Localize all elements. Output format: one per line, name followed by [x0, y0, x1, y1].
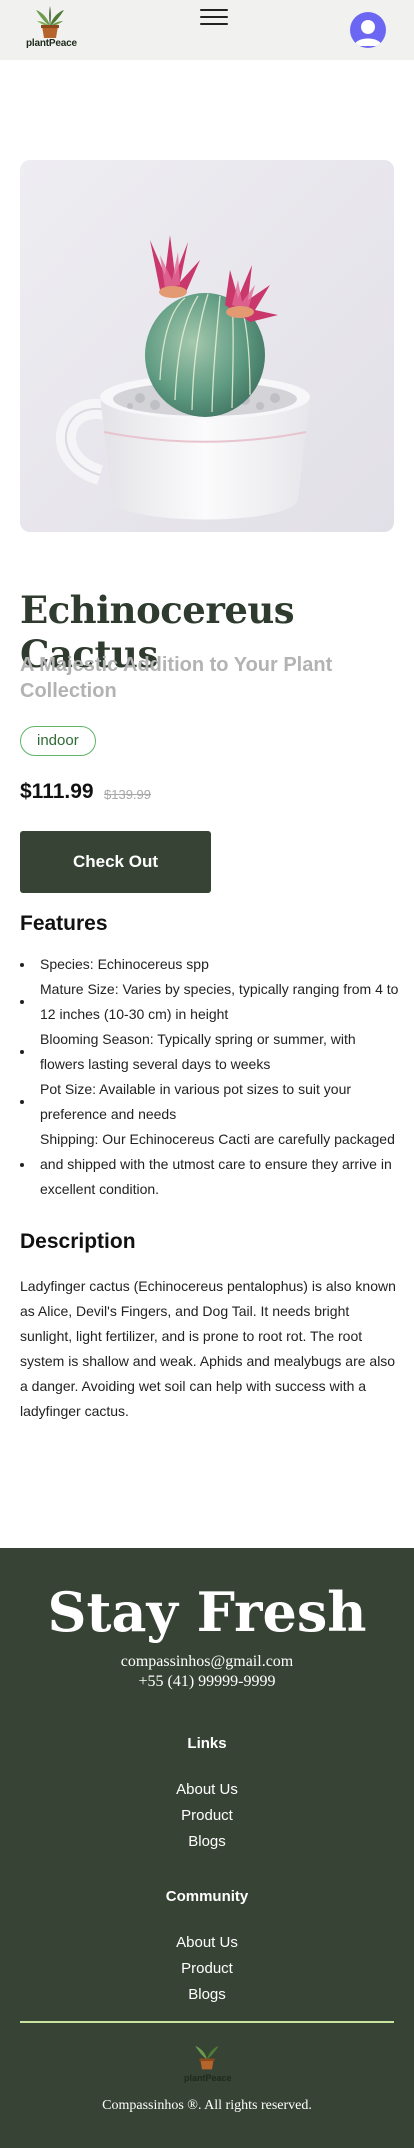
product-subtitle: A Majestic Addition to Your Plant Collec… [20, 654, 333, 702]
footer-logo-text: plantPeace [184, 2073, 232, 2083]
footer-title: Stay Fresh [47, 1580, 367, 1644]
bullet-icon [20, 1050, 24, 1054]
current-price: $111.99 [20, 780, 94, 803]
features-list: Species: Echinocereus spp Mature Size: V… [20, 952, 400, 1202]
footer-links-list: About Us Product Blogs [0, 1777, 414, 1855]
footer-community-blogs[interactable]: Blogs [188, 1986, 226, 2003]
footer-community-product[interactable]: Product [181, 1960, 233, 1977]
footer-link-product[interactable]: Product [181, 1807, 233, 1824]
category-tag[interactable]: indoor [20, 726, 96, 756]
feature-item: Mature Size: Varies by species, typicall… [20, 977, 400, 1027]
bullet-icon [20, 1000, 24, 1004]
bullet-icon [20, 1162, 24, 1167]
original-price: $139.99 [104, 787, 151, 802]
footer-community-heading: Community [165, 1888, 249, 1905]
copyright-text: Compassinhos ®. All rights reserved. [102, 2098, 312, 2113]
footer-links-heading: Links [187, 1735, 227, 1752]
site-footer: Stay Fresh compassinhos@gmail.com +55 (4… [0, 1548, 414, 2148]
hamburger-menu-icon[interactable] [200, 4, 228, 32]
bullet-icon [20, 1100, 24, 1104]
feature-item: Blooming Season: Typically spring or sum… [20, 1027, 400, 1077]
footer-divider [20, 2021, 394, 2023]
checkout-button[interactable]: Check Out [20, 831, 211, 893]
description-heading: Description [20, 1230, 136, 1253]
feature-item: Species: Echinocereus spp [20, 952, 400, 977]
features-heading: Features [20, 912, 108, 935]
cactus-photo [20, 160, 394, 532]
brand-logo-text: plantPeace [26, 38, 77, 49]
footer-link-about[interactable]: About Us [176, 1781, 238, 1798]
feature-item: Shipping: Our Echinocereus Cacti are car… [20, 1127, 400, 1202]
footer-email-link[interactable]: compassinhos@gmail.com [0, 1652, 414, 1672]
footer-contact: compassinhos@gmail.com +55 (41) 99999-99… [0, 1652, 414, 1692]
plant-logo-icon [36, 6, 64, 38]
product-image [20, 160, 394, 532]
footer-community-about[interactable]: About Us [176, 1934, 238, 1951]
feature-text: Shipping: Our Echinocereus Cacti are car… [40, 1131, 395, 1197]
description-text: Ladyfinger cactus (Echinocereus pentalop… [20, 1278, 396, 1419]
feature-text: Mature Size: Varies by species, typicall… [40, 981, 399, 1022]
user-avatar-icon[interactable] [350, 12, 386, 48]
footer-community-list: About Us Product Blogs [0, 1930, 414, 2008]
bullet-icon [20, 962, 24, 967]
feature-text: Pot Size: Available in various pot sizes… [40, 1081, 352, 1122]
footer-logo[interactable]: plantPeace [184, 2041, 232, 2089]
brand-logo[interactable]: plantPeace [26, 4, 77, 54]
feature-text: Species: Echinocereus spp [40, 956, 209, 972]
feature-text: Blooming Season: Typically spring or sum… [40, 1031, 356, 1072]
feature-item: Pot Size: Available in various pot sizes… [20, 1077, 400, 1127]
plant-logo-icon [195, 2042, 219, 2070]
top-nav-bar: plantPeace [0, 0, 414, 60]
footer-link-blogs[interactable]: Blogs [188, 1833, 226, 1850]
footer-phone-link[interactable]: +55 (41) 99999-9999 [0, 1672, 414, 1692]
